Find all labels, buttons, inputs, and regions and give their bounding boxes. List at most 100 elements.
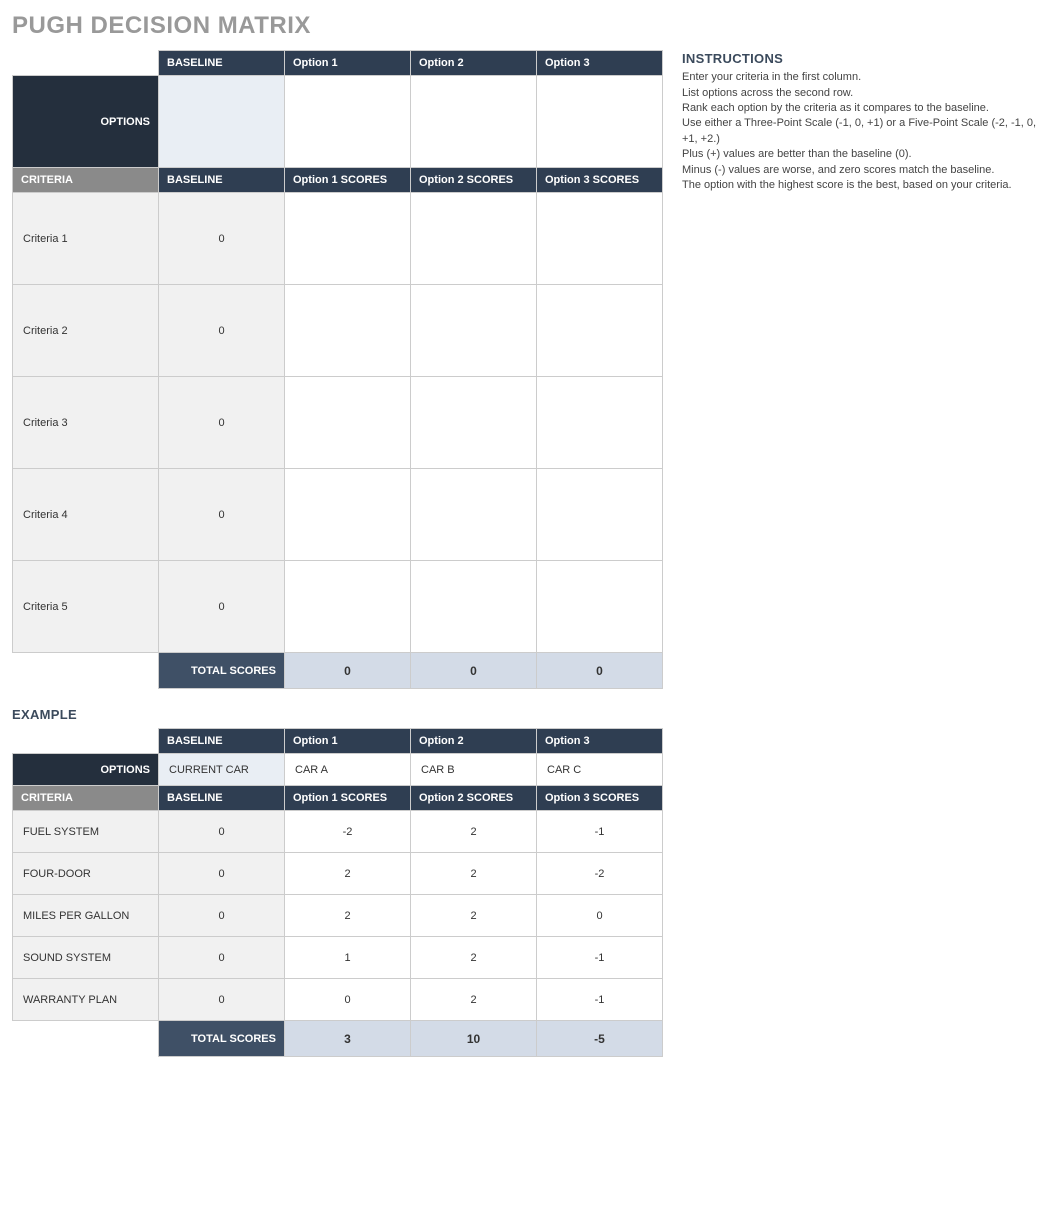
score-value: 2 <box>285 853 411 895</box>
criteria-row: MILES PER GALLON 0 2 2 0 <box>13 895 663 937</box>
score-input[interactable] <box>537 193 663 285</box>
instructions-panel: INSTRUCTIONS Enter your criteria in the … <box>682 50 1042 193</box>
option-header-2: Option 2 <box>411 729 537 754</box>
instructions-heading: INSTRUCTIONS <box>682 50 1042 68</box>
criteria-name[interactable]: Criteria 1 <box>13 193 159 285</box>
baseline-value: 0 <box>159 377 285 469</box>
baseline-value: 0 <box>159 853 285 895</box>
score-input[interactable] <box>285 377 411 469</box>
score-value: 2 <box>411 895 537 937</box>
score-input[interactable] <box>285 285 411 377</box>
total-blank <box>13 1021 159 1057</box>
instruction-line: Minus (-) values are worse, and zero sco… <box>682 163 1042 178</box>
criteria-header: CRITERIA <box>13 168 159 193</box>
criteria-row: Criteria 1 0 <box>13 193 663 285</box>
score-value: 1 <box>285 937 411 979</box>
corner-blank <box>13 51 159 76</box>
total-scores-label: TOTAL SCORES <box>159 1021 285 1057</box>
score-header-3: Option 3 SCORES <box>537 168 663 193</box>
score-input[interactable] <box>411 377 537 469</box>
options-label: OPTIONS <box>13 76 159 168</box>
option-header-1: Option 1 <box>285 51 411 76</box>
score-input[interactable] <box>537 377 663 469</box>
main-matrix: BASELINE Option 1 Option 2 Option 3 OPTI… <box>12 50 662 689</box>
score-input[interactable] <box>537 561 663 653</box>
score-value: 0 <box>537 895 663 937</box>
score-value: -1 <box>537 811 663 853</box>
score-input[interactable] <box>411 561 537 653</box>
score-header-2: Option 2 SCORES <box>411 786 537 811</box>
score-value: -1 <box>537 937 663 979</box>
score-header-3: Option 3 SCORES <box>537 786 663 811</box>
option-1-input[interactable] <box>285 76 411 168</box>
option-header-2: Option 2 <box>411 51 537 76</box>
instruction-line: Rank each option by the criteria as it c… <box>682 101 1042 116</box>
total-scores-label: TOTAL SCORES <box>159 653 285 689</box>
score-value: 2 <box>285 895 411 937</box>
criteria-name[interactable]: Criteria 2 <box>13 285 159 377</box>
score-value: 0 <box>285 979 411 1021</box>
criteria-name: FOUR-DOOR <box>13 853 159 895</box>
score-input[interactable] <box>537 469 663 561</box>
instruction-line: Plus (+) values are better than the base… <box>682 147 1042 162</box>
option-header-3: Option 3 <box>537 51 663 76</box>
baseline-value: 0 <box>159 937 285 979</box>
example-heading: EXAMPLE <box>12 707 1043 722</box>
criteria-name: WARRANTY PLAN <box>13 979 159 1021</box>
criteria-name: MILES PER GALLON <box>13 895 159 937</box>
baseline-subheader: BASELINE <box>159 786 285 811</box>
score-value: -1 <box>537 979 663 1021</box>
criteria-name: SOUND SYSTEM <box>13 937 159 979</box>
score-value: -2 <box>537 853 663 895</box>
baseline-value: 0 <box>159 193 285 285</box>
instruction-line: The option with the highest score is the… <box>682 178 1042 193</box>
baseline-option-input[interactable] <box>159 76 285 168</box>
instruction-line: List options across the second row. <box>682 86 1042 101</box>
baseline-option-value: CURRENT CAR <box>159 754 285 786</box>
score-value: 2 <box>411 979 537 1021</box>
criteria-row: Criteria 2 0 <box>13 285 663 377</box>
criteria-row: FUEL SYSTEM 0 -2 2 -1 <box>13 811 663 853</box>
option-2-input[interactable] <box>411 76 537 168</box>
score-value: 2 <box>411 937 537 979</box>
criteria-row: WARRANTY PLAN 0 0 2 -1 <box>13 979 663 1021</box>
option-3-value: CAR C <box>537 754 663 786</box>
score-value: 2 <box>411 853 537 895</box>
criteria-row: Criteria 5 0 <box>13 561 663 653</box>
criteria-row: Criteria 3 0 <box>13 377 663 469</box>
score-header-2: Option 2 SCORES <box>411 168 537 193</box>
criteria-name[interactable]: Criteria 3 <box>13 377 159 469</box>
score-input[interactable] <box>285 193 411 285</box>
score-input[interactable] <box>285 469 411 561</box>
score-input[interactable] <box>411 193 537 285</box>
baseline-subheader: BASELINE <box>159 168 285 193</box>
options-label: OPTIONS <box>13 754 159 786</box>
example-matrix: BASELINE Option 1 Option 2 Option 3 OPTI… <box>12 728 662 1057</box>
criteria-name[interactable]: Criteria 5 <box>13 561 159 653</box>
criteria-row: FOUR-DOOR 0 2 2 -2 <box>13 853 663 895</box>
criteria-row: SOUND SYSTEM 0 1 2 -1 <box>13 937 663 979</box>
total-blank <box>13 653 159 689</box>
baseline-value: 0 <box>159 285 285 377</box>
score-input[interactable] <box>285 561 411 653</box>
total-option-3: -5 <box>537 1021 663 1057</box>
option-3-input[interactable] <box>537 76 663 168</box>
criteria-name[interactable]: Criteria 4 <box>13 469 159 561</box>
score-input[interactable] <box>411 285 537 377</box>
instruction-line: Use either a Three-Point Scale (-1, 0, +… <box>682 116 1042 147</box>
total-option-1: 0 <box>285 653 411 689</box>
baseline-value: 0 <box>159 979 285 1021</box>
total-option-2: 10 <box>411 1021 537 1057</box>
baseline-header: BASELINE <box>159 729 285 754</box>
score-input[interactable] <box>411 469 537 561</box>
criteria-header: CRITERIA <box>13 786 159 811</box>
score-header-1: Option 1 SCORES <box>285 786 411 811</box>
score-header-1: Option 1 SCORES <box>285 168 411 193</box>
baseline-value: 0 <box>159 469 285 561</box>
total-option-2: 0 <box>411 653 537 689</box>
score-value: -2 <box>285 811 411 853</box>
baseline-value: 0 <box>159 561 285 653</box>
criteria-row: Criteria 4 0 <box>13 469 663 561</box>
score-input[interactable] <box>537 285 663 377</box>
instruction-line: Enter your criteria in the first column. <box>682 70 1042 85</box>
